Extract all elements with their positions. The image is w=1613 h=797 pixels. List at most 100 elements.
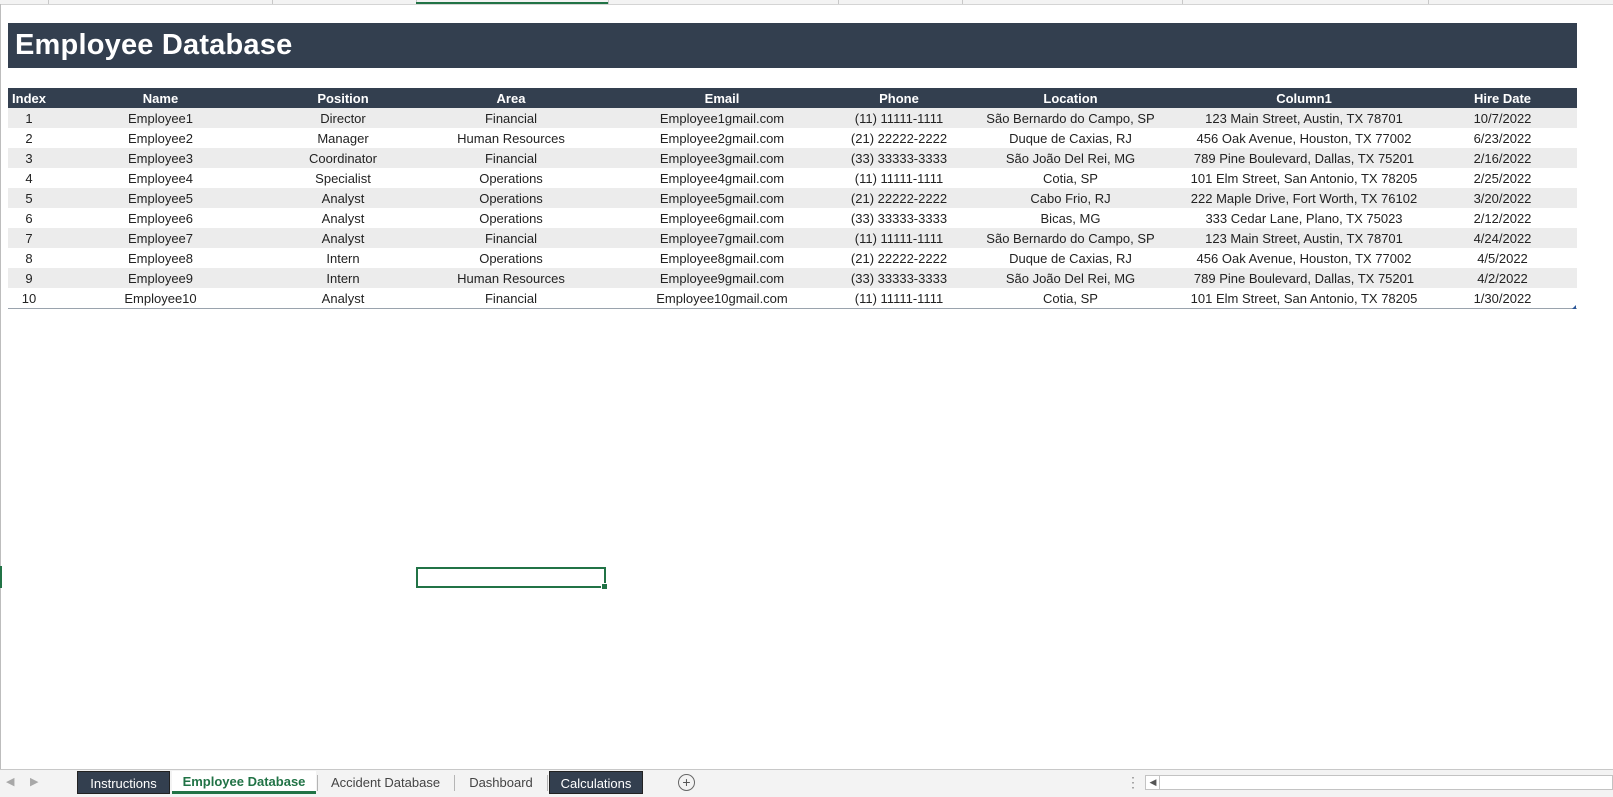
table-cell[interactable]: Operations [415, 208, 607, 228]
table-cell[interactable]: Financial [415, 228, 607, 248]
table-cell[interactable]: Employee9gmail.com [607, 268, 837, 288]
column-header[interactable]: Index [8, 88, 50, 108]
tab-instructions[interactable]: Instructions [77, 771, 170, 794]
table-cell[interactable]: Employee3gmail.com [607, 148, 837, 168]
table-cell[interactable]: São Bernardo do Campo, SP [961, 108, 1180, 128]
table-cell[interactable]: 2/16/2022 [1428, 148, 1577, 168]
column-header[interactable]: Hire Date [1428, 88, 1577, 108]
table-cell[interactable]: Duque de Caxias, RJ [961, 128, 1180, 148]
vertical-ellipsis-icon[interactable]: ⋮ [1126, 774, 1140, 791]
table-cell[interactable]: (33) 33333-3333 [837, 268, 961, 288]
table-cell[interactable]: 2/12/2022 [1428, 208, 1577, 228]
column-header[interactable]: Phone [837, 88, 961, 108]
table-cell[interactable]: Analyst [271, 188, 415, 208]
column-header[interactable]: Name [50, 88, 271, 108]
table-cell[interactable]: (21) 22222-2222 [837, 188, 961, 208]
triangle-left-icon[interactable]: ◀ [6, 775, 14, 788]
table-cell[interactable]: Operations [415, 188, 607, 208]
tab-calculations[interactable]: Calculations [549, 771, 643, 794]
table-cell[interactable]: 123 Main Street, Austin, TX 78701 [1180, 228, 1428, 248]
triangle-right-icon[interactable]: ▶ [30, 775, 38, 788]
table-cell[interactable]: 8 [8, 248, 50, 268]
table-cell[interactable]: 333 Cedar Lane, Plano, TX 75023 [1180, 208, 1428, 228]
table-cell[interactable]: Employee6 [50, 208, 271, 228]
table-cell[interactable]: Cotia, SP [961, 288, 1180, 309]
table-cell[interactable]: Employee10 [50, 288, 271, 309]
table-cell[interactable]: Employee4gmail.com [607, 168, 837, 188]
table-cell[interactable]: Financial [415, 288, 607, 309]
table-cell[interactable]: Bicas, MG [961, 208, 1180, 228]
column-header[interactable]: Location [961, 88, 1180, 108]
table-cell[interactable]: Analyst [271, 208, 415, 228]
horizontal-scrollbar[interactable]: ◀ [1145, 775, 1613, 790]
table-cell[interactable]: 10 [8, 288, 50, 309]
table-cell[interactable]: Employee10gmail.com [607, 288, 837, 309]
table-cell[interactable]: 5 [8, 188, 50, 208]
table-cell[interactable]: 789 Pine Boulevard, Dallas, TX 75201 [1180, 268, 1428, 288]
table-cell[interactable]: 456 Oak Avenue, Houston, TX 77002 [1180, 128, 1428, 148]
table-cell[interactable]: (33) 33333-3333 [837, 208, 961, 228]
column-header[interactable]: Position [271, 88, 415, 108]
table-cell[interactable]: 9 [8, 268, 50, 288]
selected-cell[interactable] [416, 567, 608, 590]
table-cell[interactable]: 101 Elm Street, San Antonio, TX 78205 [1180, 168, 1428, 188]
table-cell[interactable]: Employee8gmail.com [607, 248, 837, 268]
table-cell[interactable]: 3 [8, 148, 50, 168]
scroll-left-arrow-icon[interactable]: ◀ [1147, 776, 1160, 789]
table-cell[interactable]: São Bernardo do Campo, SP [961, 228, 1180, 248]
table-cell[interactable]: Employee5gmail.com [607, 188, 837, 208]
table-cell[interactable]: 1 [8, 108, 50, 128]
table-cell[interactable]: Financial [415, 148, 607, 168]
tab-dashboard[interactable]: Dashboard [455, 771, 547, 794]
table-cell[interactable]: Employee3 [50, 148, 271, 168]
table-cell[interactable]: Specialist [271, 168, 415, 188]
table-cell[interactable]: 4/2/2022 [1428, 268, 1577, 288]
table-cell[interactable]: 2/25/2022 [1428, 168, 1577, 188]
table-cell[interactable]: Duque de Caxias, RJ [961, 248, 1180, 268]
table-cell[interactable]: Employee8 [50, 248, 271, 268]
table-cell[interactable]: Intern [271, 268, 415, 288]
table-cell[interactable]: 6/23/2022 [1428, 128, 1577, 148]
table-cell[interactable]: 1/30/2022 [1428, 288, 1577, 309]
table-cell[interactable]: Employee1 [50, 108, 271, 128]
table-cell[interactable]: 3/20/2022 [1428, 188, 1577, 208]
table-cell[interactable]: (33) 33333-3333 [837, 148, 961, 168]
table-cell[interactable]: Employee7 [50, 228, 271, 248]
table-cell[interactable]: Employee7gmail.com [607, 228, 837, 248]
table-cell[interactable]: 789 Pine Boulevard, Dallas, TX 75201 [1180, 148, 1428, 168]
table-cell[interactable]: 7 [8, 228, 50, 248]
table-cell[interactable]: Human Resources [415, 128, 607, 148]
table-cell[interactable]: 123 Main Street, Austin, TX 78701 [1180, 108, 1428, 128]
table-cell[interactable]: Employee4 [50, 168, 271, 188]
table-cell[interactable]: Employee6gmail.com [607, 208, 837, 228]
table-cell[interactable]: (11) 11111-1111 [837, 228, 961, 248]
table-cell[interactable]: Employee9 [50, 268, 271, 288]
table-cell[interactable]: Operations [415, 168, 607, 188]
table-cell[interactable]: 4/24/2022 [1428, 228, 1577, 248]
table-cell[interactable]: Operations [415, 248, 607, 268]
table-cell[interactable]: 101 Elm Street, San Antonio, TX 78205 [1180, 288, 1428, 309]
table-cell[interactable]: (21) 22222-2222 [837, 128, 961, 148]
table-cell[interactable]: Human Resources [415, 268, 607, 288]
table-cell[interactable]: (21) 22222-2222 [837, 248, 961, 268]
table-cell[interactable]: 456 Oak Avenue, Houston, TX 77002 [1180, 248, 1428, 268]
table-cell[interactable]: 10/7/2022 [1428, 108, 1577, 128]
table-cell[interactable]: (11) 11111-1111 [837, 168, 961, 188]
table-cell[interactable]: Financial [415, 108, 607, 128]
tab-accident-database[interactable]: Accident Database [318, 771, 453, 794]
table-cell[interactable]: Analyst [271, 288, 415, 309]
table-cell[interactable]: 4/5/2022 [1428, 248, 1577, 268]
column-header[interactable]: Email [607, 88, 837, 108]
table-resize-handle[interactable] [1572, 305, 1576, 309]
table-cell[interactable]: Intern [271, 248, 415, 268]
column-header[interactable]: Column1 [1180, 88, 1428, 108]
table-cell[interactable]: São João Del Rei, MG [961, 268, 1180, 288]
table-cell[interactable]: São João Del Rei, MG [961, 148, 1180, 168]
table-cell[interactable]: 222 Maple Drive, Fort Worth, TX 76102 [1180, 188, 1428, 208]
table-cell[interactable]: 6 [8, 208, 50, 228]
tab-employee-database[interactable]: Employee Database [172, 771, 316, 794]
table-cell[interactable]: Cabo Frio, RJ [961, 188, 1180, 208]
table-cell[interactable]: Coordinator [271, 148, 415, 168]
table-cell[interactable]: Director [271, 108, 415, 128]
table-cell[interactable]: (11) 11111-1111 [837, 288, 961, 309]
